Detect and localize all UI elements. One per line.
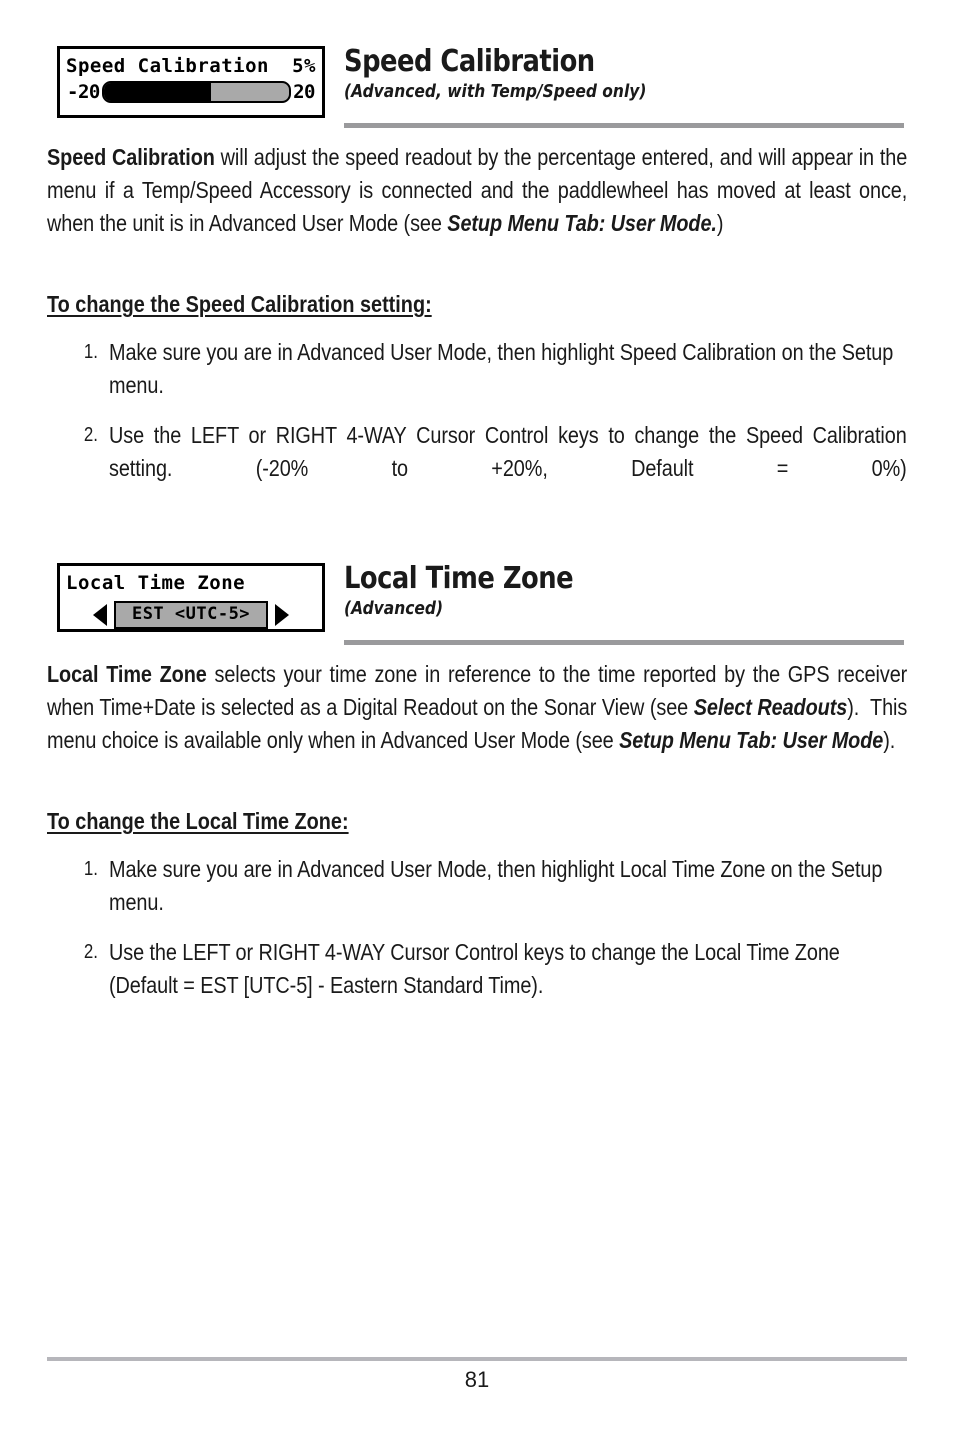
- steps-list: 1. Make sure you are in Advanced User Mo…: [47, 336, 907, 518]
- step-number: 1.: [83, 341, 98, 363]
- steps-subheading: To change the Local Time Zone:: [47, 808, 349, 834]
- step-text: Use the LEFT or RIGHT 4-WAY Cursor Contr…: [109, 939, 840, 998]
- steps-subheading: To change the Speed Calibration setting:: [47, 291, 432, 317]
- lcd-widget-speed-calibration: Speed Calibration 5% -20 20: [57, 46, 325, 118]
- steps-list: 1. Make sure you are in Advanced User Mo…: [47, 853, 907, 1002]
- section-local-time-zone: Local Time Zone EST <UTC-5> Local Time Z…: [47, 563, 907, 998]
- lcd-widget-local-time-zone: Local Time Zone EST <UTC-5>: [57, 563, 325, 632]
- section-header: Local Time Zone EST <UTC-5> Local Time Z…: [47, 563, 907, 645]
- lcd-selected-value[interactable]: EST <UTC-5>: [113, 601, 269, 629]
- list-item: 1. Make sure you are in Advanced User Mo…: [47, 336, 907, 402]
- page-number: 81: [464, 1367, 490, 1392]
- step-text: Use the LEFT or RIGHT 4-WAY Cursor Contr…: [109, 422, 907, 481]
- section-divider: [344, 640, 904, 645]
- page-subtitle: (Advanced, with Temp/Speed only): [344, 81, 647, 103]
- heading-block: Speed Calibration (Advanced, with Temp/S…: [344, 46, 907, 102]
- manual-page: Speed Calibration 5% -20 20 Speed Calibr…: [0, 0, 954, 1431]
- lcd-menu-label: Speed Calibration: [66, 55, 269, 77]
- step-number: 2.: [83, 424, 98, 446]
- intro-paragraph: Local Time Zone selects your time zone i…: [47, 661, 908, 753]
- list-item: 2. Use the LEFT or RIGHT 4-WAY Cursor Co…: [47, 419, 907, 518]
- step-number: 2.: [83, 941, 98, 963]
- slider-min-label: -20: [67, 80, 100, 103]
- next-arrow-icon[interactable]: [275, 604, 290, 626]
- page-title: Speed Calibration: [344, 44, 595, 79]
- slider-max-label: 20: [293, 80, 315, 103]
- heading-block: Local Time Zone (Advanced): [344, 563, 907, 619]
- lcd-select-row: EST <UTC-5>: [60, 593, 322, 629]
- section-body: Local Time Zone selects your time zone i…: [47, 658, 907, 1002]
- page-title: Local Time Zone: [344, 561, 574, 596]
- section-speed-calibration: Speed Calibration 5% -20 20 Speed Calibr…: [47, 46, 907, 481]
- lcd-menu-label: Local Time Zone: [66, 572, 246, 594]
- list-item: 1. Make sure you are in Advanced User Mo…: [47, 853, 907, 919]
- footer-divider: [47, 1357, 907, 1361]
- slider-fill: [103, 83, 212, 101]
- lcd-slider-row: -20 20: [60, 76, 322, 103]
- step-text: Make sure you are in Advanced User Mode,…: [109, 856, 883, 915]
- step-number: 1.: [83, 858, 98, 880]
- prev-arrow-icon[interactable]: [92, 604, 107, 626]
- lcd-title-row: Local Time Zone: [60, 566, 322, 593]
- list-item: 2. Use the LEFT or RIGHT 4-WAY Cursor Co…: [47, 936, 907, 1002]
- section-body: Speed Calibration will adjust the speed …: [47, 141, 907, 518]
- step-text: Make sure you are in Advanced User Mode,…: [109, 339, 894, 398]
- lcd-title-row: Speed Calibration 5%: [60, 49, 322, 76]
- slider-track[interactable]: [101, 81, 292, 103]
- lcd-menu-value: 5%: [292, 55, 316, 77]
- section-header: Speed Calibration 5% -20 20 Speed Calibr…: [47, 46, 907, 128]
- section-divider: [344, 123, 904, 128]
- intro-paragraph: Speed Calibration will adjust the speed …: [47, 144, 908, 236]
- page-subtitle: (Advanced): [344, 598, 444, 620]
